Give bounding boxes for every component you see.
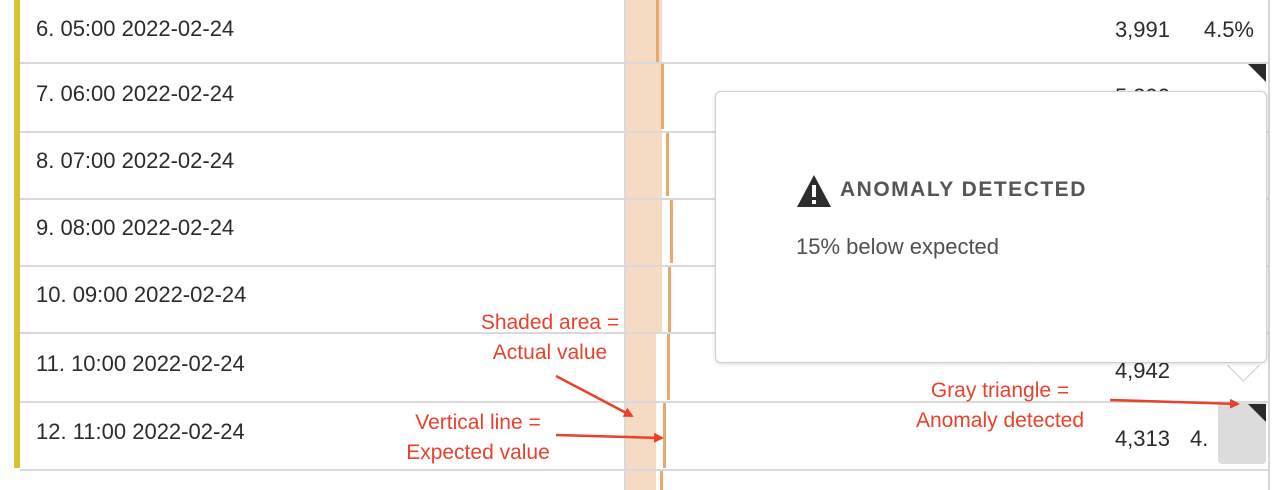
row-label: 8. 07:00 2022-02-24: [36, 148, 235, 173]
row-label: 7. 06:00 2022-02-24: [36, 81, 235, 106]
warning-triangle-icon: [797, 175, 831, 207]
popover-message: 15% below expected: [796, 234, 1000, 259]
annotation-text: Expected value: [406, 441, 550, 464]
annotation-vertical-line: Vertical line = Expected value: [383, 408, 573, 468]
annotation-text: Anomaly detected: [915, 409, 1085, 432]
expected-line-row-13: [660, 470, 663, 490]
popover-title: ANOMALY DETECTED: [840, 178, 1087, 201]
anomaly-triangle-icon[interactable]: [1248, 404, 1266, 422]
row-label: 11. 10:00 2022-02-24: [36, 351, 245, 376]
row-6-percent: 4.5%: [1203, 17, 1254, 42]
annotation-shaded-area: Shaded area = Actual value: [455, 308, 645, 368]
anomaly-triangle-icon[interactable]: [1248, 64, 1266, 82]
row-label: 6. 05:00 2022-02-24: [36, 16, 235, 41]
anomaly-popover: ANOMALY DETECTED 15% below expected: [715, 91, 1267, 363]
annotation-gray-triangle: Gray triangle = Anomaly detected: [895, 376, 1105, 436]
row-label: 9. 08:00 2022-02-24: [36, 215, 235, 240]
row-6-count: 3,991: [1114, 17, 1170, 42]
annotation-text: Shaded area =: [480, 311, 620, 334]
annotation-text: Actual value: [492, 341, 608, 364]
row-label: 10. 09:00 2022-02-24: [36, 282, 247, 307]
row-label: 12. 11:00 2022-02-24: [36, 419, 245, 444]
table-row[interactable]: 6. 05:00 2022-02-24: [20, 0, 1268, 64]
row-12-percent: 4.: [1190, 426, 1209, 451]
annotation-text: Gray triangle =: [930, 379, 1070, 402]
annotation-text: Vertical line =: [415, 411, 541, 434]
